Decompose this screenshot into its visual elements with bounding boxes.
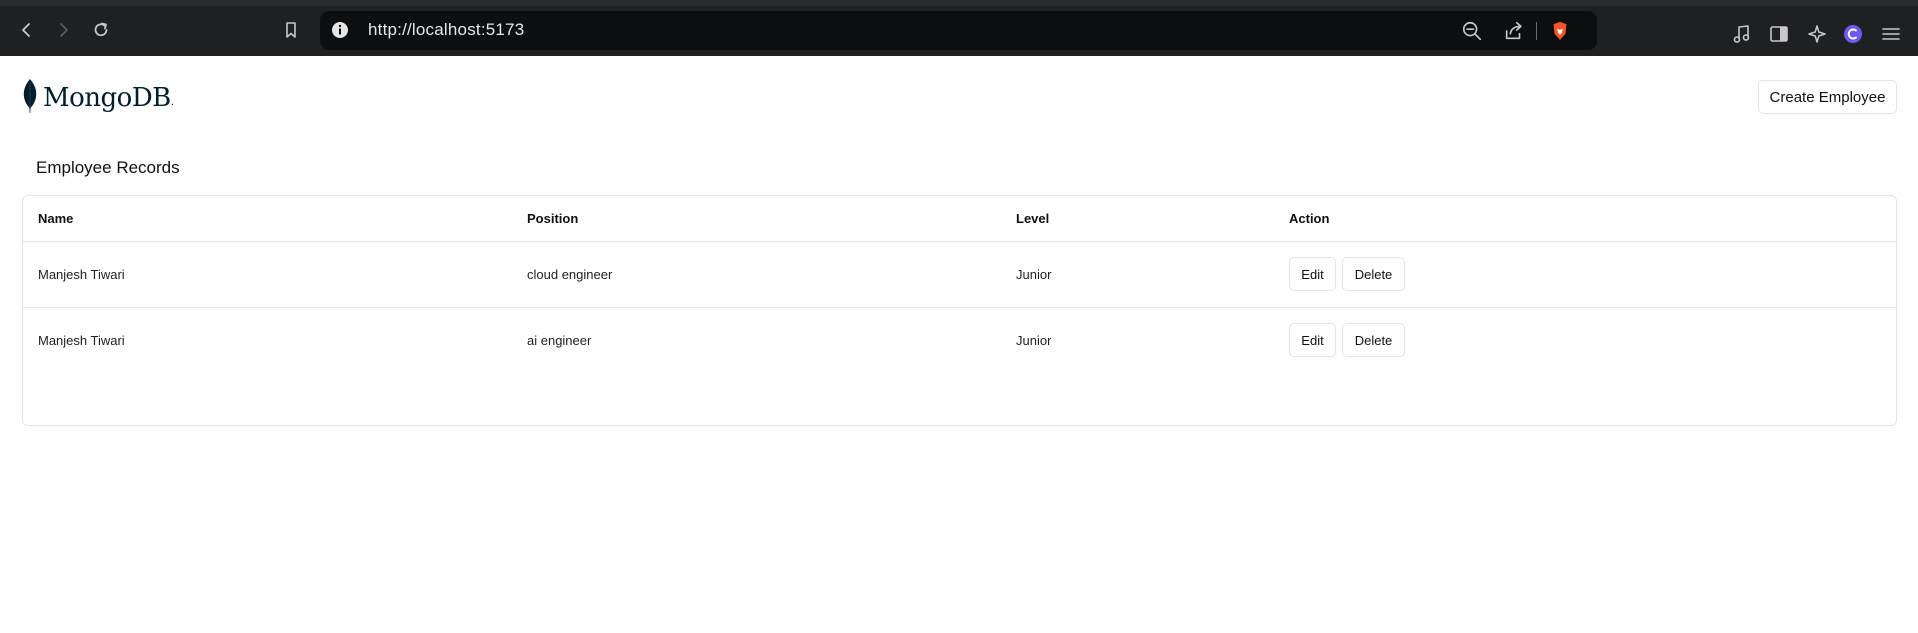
cell-level: Junior (1016, 332, 1052, 348)
cell-name: Manjesh Tiwari (38, 332, 125, 348)
column-header-action: Action (1289, 210, 1330, 226)
wallet-icon[interactable] (1842, 23, 1864, 45)
media-icon[interactable] (1731, 23, 1753, 45)
column-header-name: Name (38, 210, 74, 226)
back-icon[interactable] (12, 15, 42, 45)
edit-button[interactable]: Edit (1289, 257, 1336, 291)
create-employee-button[interactable]: Create Employee (1758, 80, 1897, 114)
logo-text: MongoDB (43, 83, 171, 113)
column-header-position: Position (527, 210, 579, 226)
cell-name: Manjesh Tiwari (38, 266, 125, 282)
reload-icon[interactable] (86, 15, 116, 45)
bookmark-icon[interactable] (276, 15, 306, 45)
column-header-level: Level (1016, 210, 1050, 226)
url-divider (1536, 22, 1537, 40)
browser-toolbar: http://localhost:5173 (0, 0, 1918, 56)
delete-button[interactable]: Delete (1342, 257, 1405, 291)
cell-position: ai engineer (527, 332, 592, 348)
forward-icon[interactable] (48, 15, 78, 45)
edit-button[interactable]: Edit (1289, 323, 1336, 357)
cell-action: Edit Delete (1274, 241, 1896, 307)
table-row: Manjesh Tiwari cloud engineer Junior Edi… (23, 241, 1896, 307)
cell-level: Junior (1016, 266, 1052, 282)
site-info-icon[interactable] (330, 20, 350, 40)
table-row: Manjesh Tiwari ai engineer Junior Edit D… (23, 307, 1896, 373)
leo-ai-icon[interactable] (1806, 23, 1828, 45)
leaf-icon (23, 79, 37, 113)
employee-table: Name Position Level Action Manjesh Tiwar… (23, 196, 1896, 373)
page-content: MongoDB . Create Employee Employee Recor… (0, 56, 1918, 633)
mongodb-logo[interactable]: MongoDB . (20, 78, 174, 114)
delete-button[interactable]: Delete (1342, 323, 1405, 357)
brave-shield-icon[interactable] (1548, 19, 1572, 43)
share-icon[interactable] (1502, 19, 1526, 43)
cell-position: cloud engineer (527, 266, 613, 282)
menu-icon[interactable] (1880, 23, 1902, 45)
page-title: Employee Records (36, 158, 180, 177)
url-text[interactable]: http://localhost:5173 (368, 20, 524, 40)
sidebar-icon[interactable] (1768, 23, 1790, 45)
address-bar[interactable]: http://localhost:5173 (320, 11, 1597, 50)
logo-registered-mark: . (170, 94, 175, 108)
cell-action: Edit Delete (1274, 307, 1896, 373)
zoom-out-icon[interactable] (1460, 19, 1484, 43)
employee-table-card: Name Position Level Action Manjesh Tiwar… (22, 195, 1897, 426)
table-header-row: Name Position Level Action (23, 196, 1896, 241)
